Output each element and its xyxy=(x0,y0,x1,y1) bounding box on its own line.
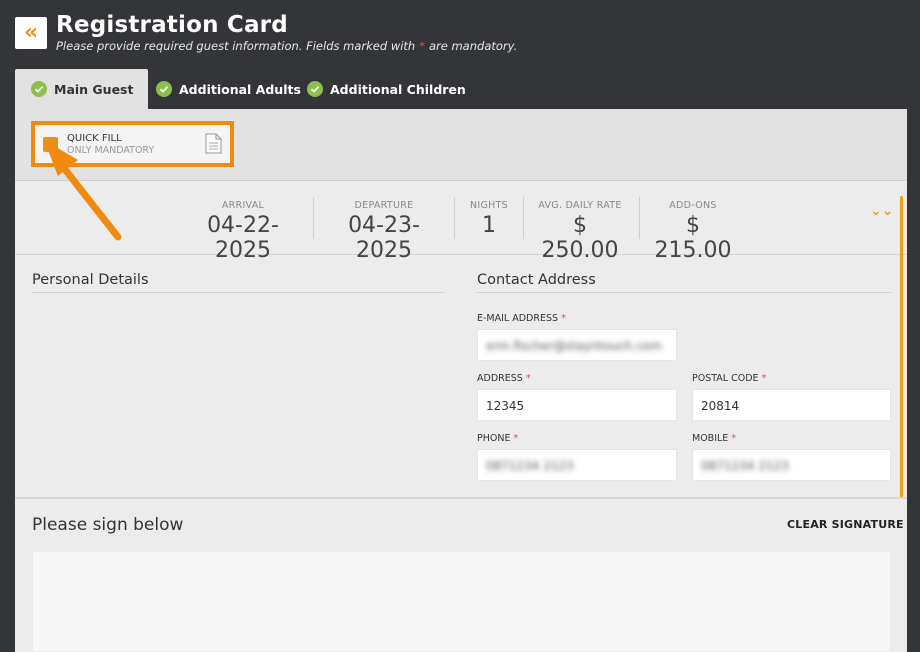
phone-field[interactable]: 0871234 2123 xyxy=(477,449,677,481)
postal-code-label: POSTAL CODE * xyxy=(692,373,767,384)
divider xyxy=(523,197,524,239)
divider xyxy=(639,197,640,239)
tab-label: Additional Children xyxy=(330,81,466,97)
registration-panel: QUICK FILL ONLY MANDATORY ARRIVAL 04-22-… xyxy=(15,109,907,652)
avg-rate-stat: AVG. DAILY RATE $ 250.00 xyxy=(538,200,622,263)
quick-fill-label: QUICK FILL xyxy=(67,133,122,144)
signature-title: Please sign below xyxy=(32,515,184,535)
divider xyxy=(32,292,445,293)
back-button[interactable]: « xyxy=(15,17,47,49)
scrollbar[interactable] xyxy=(900,196,903,498)
expand-chevron-icon[interactable]: ⌄⌄ xyxy=(870,204,893,219)
tab-label: Additional Adults xyxy=(179,81,301,97)
tab-label: Main Guest xyxy=(54,81,134,97)
personal-details-title: Personal Details xyxy=(32,272,149,288)
quick-fill-toggle[interactable]: QUICK FILL ONLY MANDATORY xyxy=(31,121,234,167)
mobile-field[interactable]: 0871234 2123 xyxy=(692,449,891,481)
double-chevron-left-icon: « xyxy=(23,20,39,45)
page-title: Registration Card xyxy=(56,12,288,38)
divider xyxy=(454,197,455,239)
tab-main-guest[interactable]: Main Guest xyxy=(15,69,149,109)
addons-stat: ADD-ONS $ 215.00 xyxy=(654,200,732,263)
check-circle-icon xyxy=(156,81,172,97)
signature-pad[interactable] xyxy=(32,551,891,652)
nights-stat: NIGHTS 1 xyxy=(469,200,509,238)
document-icon xyxy=(205,133,222,154)
email-field[interactable]: erin.fischer@stayntouch.com xyxy=(477,329,677,361)
email-label: E-MAIL ADDRESS * xyxy=(477,313,566,324)
quick-fill-bar: QUICK FILL ONLY MANDATORY xyxy=(15,109,907,181)
departure-stat: DEPARTURE 04-23-2025 xyxy=(348,200,420,263)
check-circle-icon xyxy=(31,81,47,97)
address-field[interactable]: 12345 xyxy=(477,389,677,421)
phone-label: PHONE * xyxy=(477,433,519,444)
clear-signature-button[interactable]: CLEAR SIGNATURE xyxy=(787,518,904,531)
arrival-stat: ARRIVAL 04-22-2025 xyxy=(207,200,279,263)
page-subtitle: Please provide required guest informatio… xyxy=(56,39,518,53)
divider xyxy=(15,497,907,499)
tab-additional-children[interactable]: Additional Children xyxy=(307,69,466,109)
check-circle-icon xyxy=(307,81,323,97)
mobile-label: MOBILE * xyxy=(692,433,737,444)
quick-fill-checkbox[interactable] xyxy=(43,137,58,152)
stay-summary: ARRIVAL 04-22-2025 DEPARTURE 04-23-2025 … xyxy=(15,181,907,263)
divider xyxy=(477,292,891,293)
quick-fill-sublabel: ONLY MANDATORY xyxy=(67,145,155,156)
address-label: ADDRESS * xyxy=(477,373,531,384)
tab-additional-adults[interactable]: Additional Adults xyxy=(156,69,301,109)
divider xyxy=(313,197,314,239)
postal-code-field[interactable]: 20814 xyxy=(692,389,891,421)
contact-address-title: Contact Address xyxy=(477,272,596,288)
